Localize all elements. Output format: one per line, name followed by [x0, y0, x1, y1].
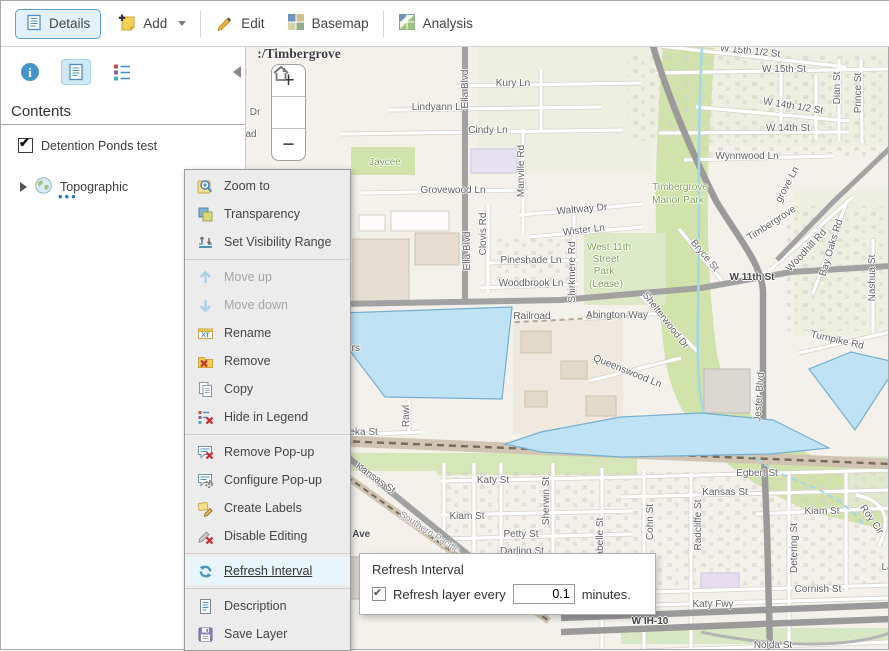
menu-item-label: Hide in Legend: [224, 410, 309, 424]
menu-item-zoom-to[interactable]: Zoom to: [185, 172, 350, 200]
menu-item-save-layer[interactable]: Save Layer: [185, 620, 350, 648]
menu-item-set-visibility-range[interactable]: Set Visibility Range: [185, 228, 350, 256]
remove-popup-icon: [197, 444, 214, 461]
analysis-button[interactable]: Analysis: [398, 13, 473, 34]
menu-item-label: Move up: [224, 270, 272, 284]
top-toolbar: Details Add Edit Basemap Analysis: [1, 1, 889, 47]
menu-item-label: Move down: [224, 298, 288, 312]
menu-item-label: Rename: [224, 326, 272, 340]
toolbar-separator: [382, 10, 384, 37]
details-button[interactable]: Details: [15, 8, 102, 39]
transparency-icon: [197, 206, 214, 223]
expand-arrow-icon[interactable]: [20, 182, 27, 192]
refresh-interval-popup: Refresh Interval Refresh layer every min…: [359, 553, 656, 615]
hide-legend-icon: [197, 409, 214, 426]
zoom-to-icon: [197, 178, 214, 195]
menu-item-label: Configure Pop-up: [224, 473, 322, 487]
menu-item-move-up: Move up: [185, 263, 350, 291]
svg-text:XT: XT: [201, 332, 209, 339]
menu-item-configure-popup[interactable]: Configure Pop-up: [185, 466, 350, 494]
move-down-icon: [197, 297, 214, 314]
zoom-out-button[interactable]: −: [272, 128, 305, 160]
about-tab[interactable]: i: [15, 59, 45, 85]
refresh-interval-icon: [197, 563, 214, 580]
menu-separator: [185, 431, 350, 438]
menu-item-label: Remove: [224, 354, 271, 368]
menu-item-hide-in-legend[interactable]: Hide in Legend: [185, 403, 350, 431]
refresh-checkbox[interactable]: [372, 586, 386, 601]
basemap-icon: [287, 13, 305, 34]
edit-button[interactable]: Edit: [215, 13, 265, 35]
refresh-minutes-input[interactable]: [512, 584, 575, 604]
contents-divider: [1, 124, 245, 125]
menu-item-create-labels[interactable]: Create Labels: [185, 494, 350, 522]
menu-item-move-down: Move down: [185, 291, 350, 319]
menu-separator: [185, 550, 350, 557]
basemap-button[interactable]: Basemap: [287, 13, 369, 34]
menu-item-refresh-interval[interactable]: Refresh Interval: [185, 557, 350, 585]
details-icon: [26, 14, 42, 34]
menu-item-label: Zoom to: [224, 179, 270, 193]
menu-item-label: Create Labels: [224, 501, 302, 515]
rename-icon: XT: [197, 325, 214, 342]
menu-separator: [185, 585, 350, 592]
toolbar-separator: [200, 10, 202, 37]
menu-item-label: Set Visibility Range: [224, 235, 332, 249]
menu-item-label: Refresh Interval: [224, 564, 313, 578]
menu-item-remove[interactable]: Remove: [185, 347, 350, 375]
menu-item-disable-editing[interactable]: Disable Editing: [185, 522, 350, 550]
details-label: Details: [49, 16, 91, 31]
menu-item-copy[interactable]: Copy: [185, 375, 350, 403]
menu-item-transparency[interactable]: Transparency: [185, 200, 350, 228]
edit-pencil-icon: [215, 13, 234, 35]
menu-item-label: Disable Editing: [224, 529, 308, 543]
collapse-panel-icon[interactable]: [233, 66, 241, 78]
globe-icon: [35, 177, 52, 197]
save-layer-icon: [197, 626, 214, 643]
layer-options-ellipsis[interactable]: •••: [58, 190, 78, 203]
menu-item-remove-popup[interactable]: Remove Pop-up: [185, 438, 350, 466]
zoom-control: + −: [271, 64, 306, 161]
menu-separator: [185, 256, 350, 263]
description-icon: [197, 598, 214, 615]
home-button[interactable]: [272, 65, 305, 128]
layer-checkbox[interactable]: [18, 135, 33, 153]
arcgis-map-viewer: { "toolbar": { "details": "Details", "ad…: [0, 0, 889, 651]
menu-item-label: Transparency: [224, 207, 300, 221]
menu-item-label: Description: [224, 599, 287, 613]
disable-editing-icon: [197, 528, 214, 545]
menu-item-label: Save Layer: [224, 627, 288, 641]
content-tab[interactable]: [61, 59, 91, 85]
legend-tab[interactable]: [107, 59, 137, 85]
basemap-label: Basemap: [311, 16, 369, 31]
add-label: Add: [143, 16, 168, 31]
visibility-range-icon: [197, 234, 214, 251]
remove-icon: [197, 353, 214, 370]
contents-heading: Contents: [11, 103, 72, 120]
menu-item-label: Copy: [224, 382, 254, 396]
menu-item-label: Remove Pop-up: [224, 445, 315, 459]
layer-context-menu: Zoom to Transparency Set Visibility Rang…: [184, 169, 351, 651]
analysis-label: Analysis: [422, 16, 473, 31]
refresh-checkbox-label: Refresh layer every: [393, 586, 506, 602]
layer-row-detention-ponds: Detention Ponds test: [18, 135, 157, 153]
add-button[interactable]: Add: [117, 13, 187, 35]
configure-popup-icon: [197, 472, 214, 489]
layer-label[interactable]: Detention Ponds test: [41, 139, 157, 153]
refresh-suffix-label: minutes.: [581, 586, 631, 602]
create-labels-icon: [197, 500, 214, 517]
edit-label: Edit: [241, 16, 265, 31]
add-icon: [117, 13, 136, 35]
svg-text:i: i: [28, 65, 32, 80]
menu-item-rename[interactable]: XT Rename: [185, 319, 350, 347]
move-up-icon: [197, 269, 214, 286]
copy-icon: [197, 381, 214, 398]
sidebar-tabs: i: [15, 59, 137, 85]
chevron-down-icon: [178, 21, 187, 26]
menu-item-description[interactable]: Description: [185, 592, 350, 620]
refresh-popup-title: Refresh Interval: [372, 562, 464, 577]
home-icon: [273, 65, 289, 81]
analysis-icon: [398, 13, 416, 34]
